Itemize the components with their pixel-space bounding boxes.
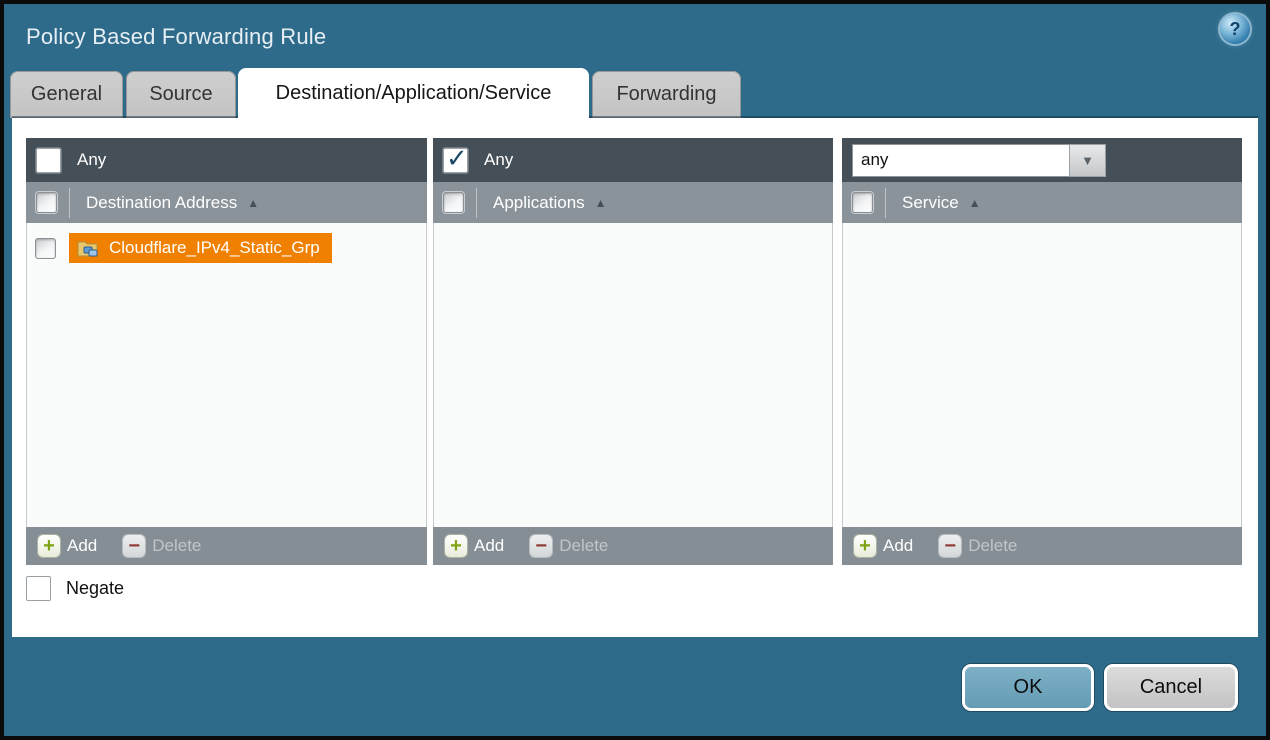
- sort-ascending-icon[interactable]: ▲: [595, 196, 607, 210]
- selected-address-group[interactable]: Cloudflare_IPv4_Static_Grp: [69, 233, 332, 263]
- service-dropdown[interactable]: ▼: [852, 144, 1106, 177]
- destination-any-label: Any: [77, 150, 106, 170]
- applications-select-all-checkbox[interactable]: [443, 192, 464, 213]
- cancel-button[interactable]: Cancel: [1104, 664, 1238, 711]
- add-label: Add: [474, 536, 504, 556]
- help-icon[interactable]: ?: [1220, 14, 1250, 44]
- chevron-down-icon: ▼: [1081, 153, 1094, 168]
- delete-icon: −: [530, 535, 552, 557]
- service-add-button[interactable]: + Add: [854, 535, 913, 557]
- negate-row: Negate: [26, 576, 124, 601]
- service-header: Service ▲: [842, 182, 1242, 223]
- service-select-all-checkbox[interactable]: [852, 192, 873, 213]
- header-divider: [885, 188, 886, 218]
- destination-delete-button[interactable]: − Delete: [123, 535, 201, 557]
- add-label: Add: [883, 536, 913, 556]
- add-label: Add: [67, 536, 97, 556]
- ok-button[interactable]: OK: [962, 664, 1094, 711]
- applications-any-bar: ✓ Any: [433, 138, 833, 182]
- tab-source[interactable]: Source: [126, 71, 236, 118]
- destination-address-list: Cloudflare_IPv4_Static_Grp: [26, 223, 427, 527]
- delete-label: Delete: [559, 536, 608, 556]
- list-item[interactable]: Cloudflare_IPv4_Static_Grp: [27, 231, 426, 265]
- tab-destination-application-service[interactable]: Destination/Application/Service: [238, 68, 589, 120]
- service-delete-button[interactable]: − Delete: [939, 535, 1017, 557]
- sort-ascending-icon[interactable]: ▲: [247, 196, 259, 210]
- applications-footer-bar: + Add − Delete: [433, 527, 833, 565]
- destination-address-column: Any Destination Address ▲: [26, 138, 427, 565]
- destination-any-bar: Any: [26, 138, 427, 182]
- tab-content-panel: Any Destination Address ▲: [12, 118, 1258, 637]
- delete-label: Delete: [152, 536, 201, 556]
- applications-list: [433, 223, 833, 527]
- screen: Policy Based Forwarding Rule ? General S…: [0, 0, 1270, 740]
- sort-ascending-icon[interactable]: ▲: [969, 196, 981, 210]
- applications-add-button[interactable]: + Add: [445, 535, 504, 557]
- destination-select-all-checkbox[interactable]: [36, 192, 57, 213]
- negate-label: Negate: [66, 578, 124, 599]
- add-icon: +: [854, 535, 876, 557]
- service-column: ▼ Service ▲ + Add −: [842, 138, 1242, 565]
- service-dropdown-input[interactable]: [852, 144, 1069, 177]
- checkmark-icon: ✓: [446, 143, 468, 174]
- applications-any-checkbox[interactable]: ✓: [443, 148, 468, 173]
- applications-header: Applications ▲: [433, 182, 833, 223]
- delete-icon: −: [939, 535, 961, 557]
- delete-icon: −: [123, 535, 145, 557]
- add-icon: +: [445, 535, 467, 557]
- destination-footer-bar: + Add − Delete: [26, 527, 427, 565]
- add-icon: +: [38, 535, 60, 557]
- destination-address-header-label[interactable]: Destination Address: [86, 193, 237, 213]
- tab-forwarding[interactable]: Forwarding: [592, 71, 741, 118]
- row-checkbox[interactable]: [35, 238, 56, 259]
- address-group-label: Cloudflare_IPv4_Static_Grp: [109, 238, 320, 258]
- dropdown-button[interactable]: ▼: [1069, 144, 1106, 177]
- service-list: [842, 223, 1242, 527]
- delete-label: Delete: [968, 536, 1017, 556]
- policy-based-forwarding-dialog: Policy Based Forwarding Rule ? General S…: [4, 4, 1266, 736]
- applications-delete-button[interactable]: − Delete: [530, 535, 608, 557]
- address-group-icon: [77, 238, 101, 258]
- dialog-title: Policy Based Forwarding Rule: [26, 16, 326, 58]
- applications-column: ✓ Any Applications ▲ + Add: [433, 138, 833, 565]
- tab-general[interactable]: General: [10, 71, 123, 118]
- negate-checkbox[interactable]: [26, 576, 51, 601]
- applications-any-label: Any: [484, 150, 513, 170]
- destination-any-checkbox[interactable]: [36, 148, 61, 173]
- destination-address-header: Destination Address ▲: [26, 182, 427, 223]
- service-dropdown-bar: ▼: [842, 138, 1242, 182]
- header-divider: [69, 188, 70, 218]
- service-header-label[interactable]: Service: [902, 193, 959, 213]
- destination-add-button[interactable]: + Add: [38, 535, 97, 557]
- applications-header-label[interactable]: Applications: [493, 193, 585, 213]
- service-footer-bar: + Add − Delete: [842, 527, 1242, 565]
- header-divider: [476, 188, 477, 218]
